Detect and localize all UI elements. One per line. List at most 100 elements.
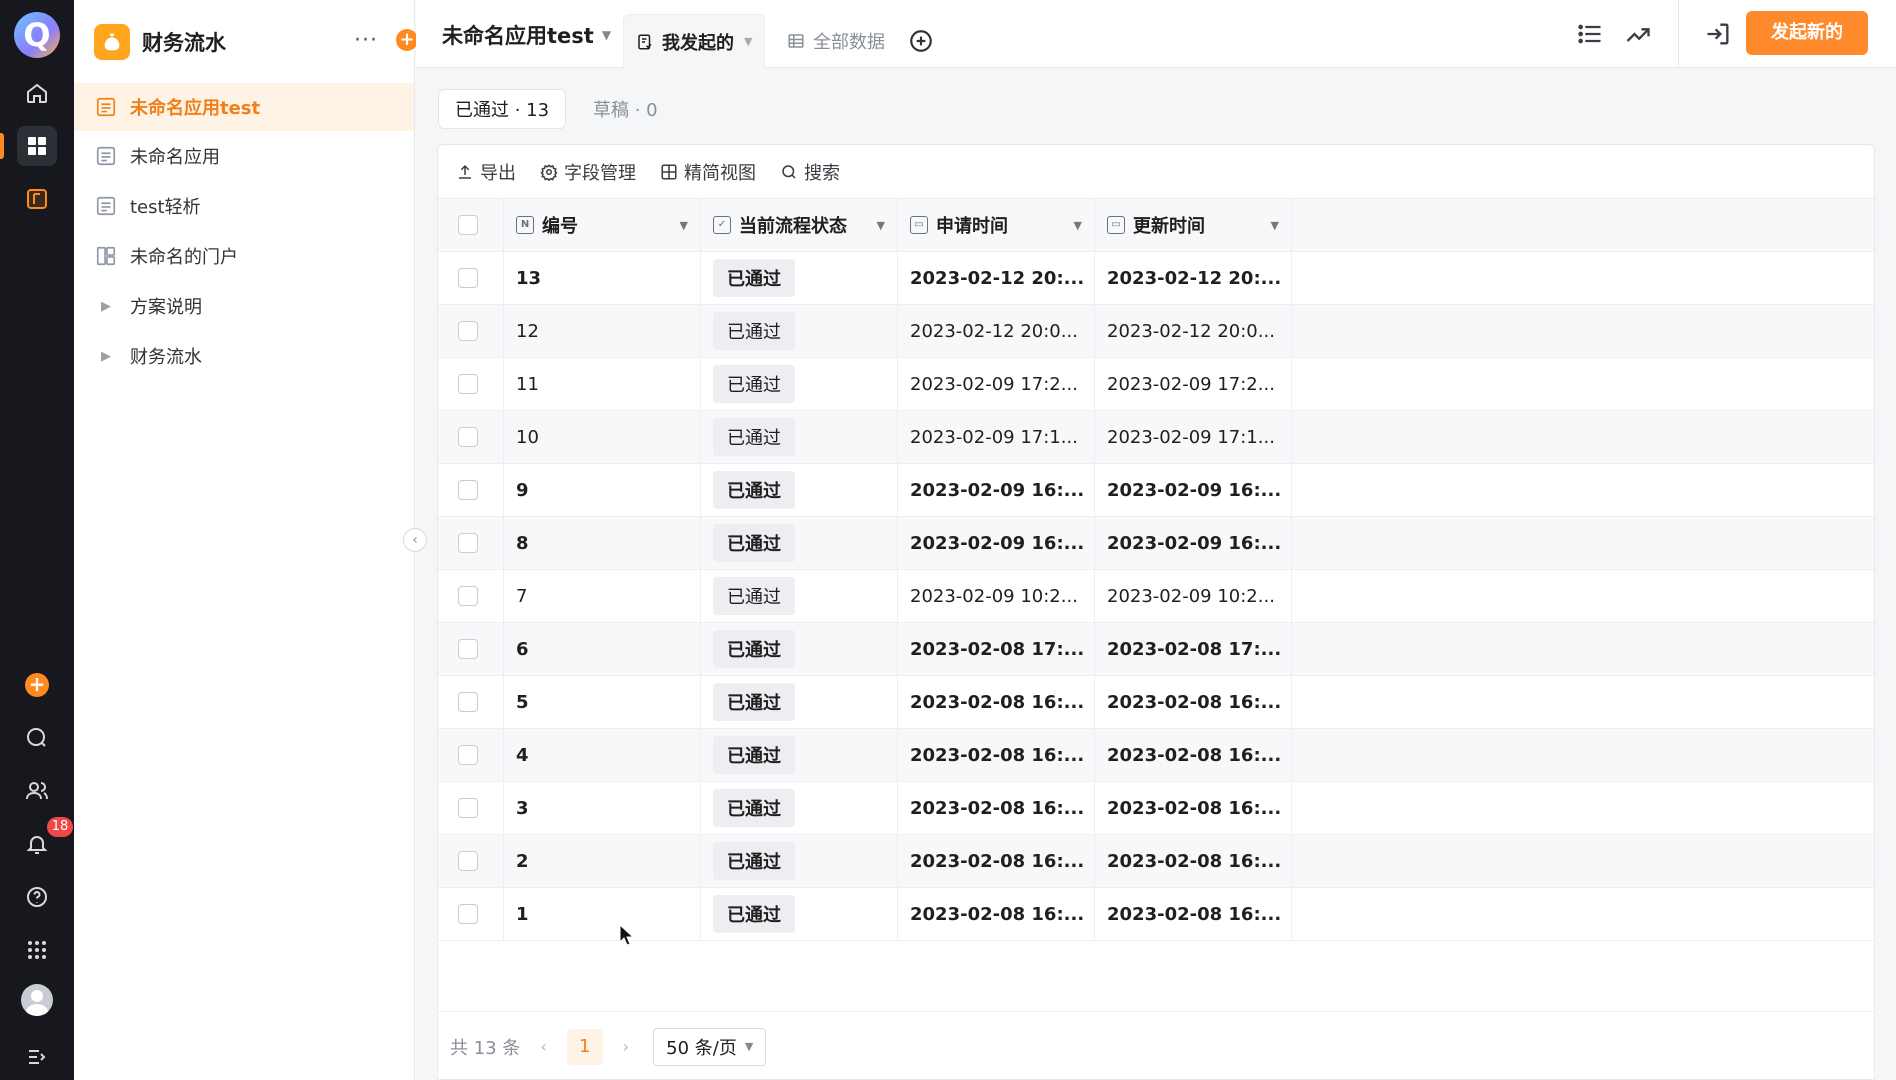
cell-applied-time: 2023-02-08 16:... [898,729,1095,781]
column-menu-icon[interactable]: ▼ [1074,219,1082,232]
row-checkbox[interactable] [458,851,478,871]
workspace-icon[interactable] [17,126,57,166]
trend-chart-icon[interactable] [1624,20,1652,48]
cell-applied-time: 2023-02-08 16:... [898,782,1095,834]
caret-right-icon[interactable]: ▶ [94,299,118,314]
table-row[interactable]: 12 已通过 2023-02-12 20:0... 2023-02-12 20:0..… [438,305,1874,358]
table-row[interactable]: 5 已通过 2023-02-08 16:... 2023-02-08 16:... [438,676,1874,729]
sidebar-item-unnamed-app[interactable]: 未命名应用 [74,132,414,180]
cell-status: 已通过 [701,835,898,887]
table-row[interactable]: 13 已通过 2023-02-12 20:... 2023-02-12 20:... [438,252,1874,305]
search-label: 搜索 [804,162,840,184]
page-number-current[interactable]: 1 [566,1028,603,1065]
collapse-sidebar-button[interactable]: ‹ [403,528,427,552]
cell-applied-time: 2023-02-12 20:0... [898,305,1095,357]
row-checkbox[interactable] [458,374,478,394]
row-checkbox[interactable] [458,533,478,553]
more-icon[interactable]: ··· [354,28,378,53]
next-page-icon[interactable]: › [623,1037,629,1056]
list-icon[interactable] [1576,20,1604,48]
sidebar-item-plan-description[interactable]: ▶ 方案说明 [74,282,414,330]
prev-page-icon[interactable]: ‹ [540,1037,546,1056]
portal-icon[interactable] [17,179,57,219]
sidebar-item-unnamed-app-test[interactable]: 未命名应用test [74,83,414,131]
quick-add-icon[interactable]: + [25,673,49,697]
row-checkbox[interactable] [458,692,478,712]
row-checkbox[interactable] [458,427,478,447]
field-management-button[interactable]: 字段管理 [540,159,636,185]
app-logo[interactable] [14,12,60,58]
cell-id: 9 [504,464,701,516]
row-checkbox[interactable] [458,268,478,288]
app-title-dropdown[interactable]: 未命名应用test ▼ [442,20,611,50]
search-icon[interactable] [17,718,57,758]
help-icon[interactable] [17,877,57,917]
tab-drafts[interactable]: 草稿 · 0 [577,89,674,129]
cell-updated-time: 2023-02-08 16:... [1095,676,1292,728]
sidebar-item-finance-flow[interactable]: ▶ 财务流水 [74,332,414,380]
table-row[interactable]: 9 已通过 2023-02-09 16:... 2023-02-09 16:... [438,464,1874,517]
row-checkbox[interactable] [458,480,478,500]
table-row[interactable]: 1 已通过 2023-02-08 16:... 2023-02-08 16:... [438,888,1874,941]
table-row[interactable]: 6 已通过 2023-02-08 17:... 2023-02-08 17:... [438,623,1874,676]
add-view-icon[interactable] [908,28,934,54]
launch-new-button[interactable]: 发起新的 [1746,11,1868,55]
apps-grid-icon[interactable] [17,930,57,970]
expand-rail-icon[interactable] [17,1037,57,1077]
column-header-updated-time[interactable]: ▭ 更新时间 ▼ [1095,199,1292,251]
table-row[interactable]: 7 已通过 2023-02-09 10:2... 2023-02-09 10:2... [438,570,1874,623]
table-row[interactable]: 2 已通过 2023-02-08 16:... 2023-02-08 16:... [438,835,1874,888]
caret-right-icon[interactable]: ▶ [94,349,118,364]
export-button[interactable]: 导出 [456,159,516,185]
compact-view-label: 精简视图 [684,162,756,184]
compact-view-button[interactable]: 精简视图 [660,159,756,185]
search-button[interactable]: 搜索 [780,159,840,185]
checkbox-field-icon: ✓ [713,216,731,234]
submit-form-icon [638,34,652,49]
column-menu-icon[interactable]: ▼ [680,219,688,232]
table-row[interactable]: 3 已通过 2023-02-08 16:... 2023-02-08 16:... [438,782,1874,835]
tab-approved[interactable]: 已通过 · 13 [438,89,567,129]
sidebar-item-test-analysis[interactable]: test轻析 [74,182,414,230]
tab-all-data[interactable]: 全部数据 [775,14,897,68]
cell-id: 3 [504,782,701,834]
select-all-checkbox[interactable] [458,215,478,235]
tab-my-submissions[interactable]: 我发起的 ▼ [623,14,766,68]
exit-icon[interactable] [1704,20,1732,48]
cell-status: 已通过 [701,729,898,781]
pagination: 共 13 条 ‹ 1 › 50 条/页 ▼ [438,1011,1874,1080]
column-header-status[interactable]: ✓ 当前流程状态 ▼ [701,199,898,251]
table-row[interactable]: 11 已通过 2023-02-09 17:2... 2023-02-09 17:2..… [438,358,1874,411]
row-checkbox[interactable] [458,586,478,606]
column-menu-icon[interactable]: ▼ [877,219,885,232]
cell-status: 已通过 [701,411,898,463]
row-select-cell [438,411,504,463]
row-select-cell [438,835,504,887]
page-size-select[interactable]: 50 条/页 ▼ [653,1027,767,1066]
add-item-button[interactable]: + [396,29,418,51]
column-header-applied-time[interactable]: ▭ 申请时间 ▼ [898,199,1095,251]
row-checkbox[interactable] [458,639,478,659]
cell-applied-time: 2023-02-08 16:... [898,676,1095,728]
avatar[interactable] [21,984,53,1016]
mouse-cursor-icon [619,924,635,946]
money-bag-icon [94,24,130,60]
chevron-down-icon: ▼ [744,35,753,48]
field-management-label: 字段管理 [564,162,636,184]
contacts-icon[interactable] [17,771,57,811]
side-navigation: 财务流水 ··· + 未命名应用test 未命名应用 test轻析 未命名的门户… [74,0,418,1080]
sidebar-item-unnamed-portal[interactable]: 未命名的门户 [74,232,414,280]
home-icon[interactable] [17,73,57,113]
row-checkbox[interactable] [458,798,478,818]
table-row[interactable]: 8 已通过 2023-02-09 16:... 2023-02-09 16:... [438,517,1874,570]
column-menu-icon[interactable]: ▼ [1271,219,1279,232]
status-badge: 已通过 [713,524,795,562]
table-row[interactable]: 4 已通过 2023-02-08 16:... 2023-02-08 16:... [438,729,1874,782]
cell-id: 13 [504,252,701,304]
table-row[interactable]: 10 已通过 2023-02-09 17:1... 2023-02-09 17:1..… [438,411,1874,464]
row-checkbox[interactable] [458,321,478,341]
table-toolbar: 导出 字段管理 精简视图 搜索 [438,145,1874,199]
row-checkbox[interactable] [458,745,478,765]
row-checkbox[interactable] [458,904,478,924]
column-header-id[interactable]: N 编号 ▼ [504,199,701,251]
